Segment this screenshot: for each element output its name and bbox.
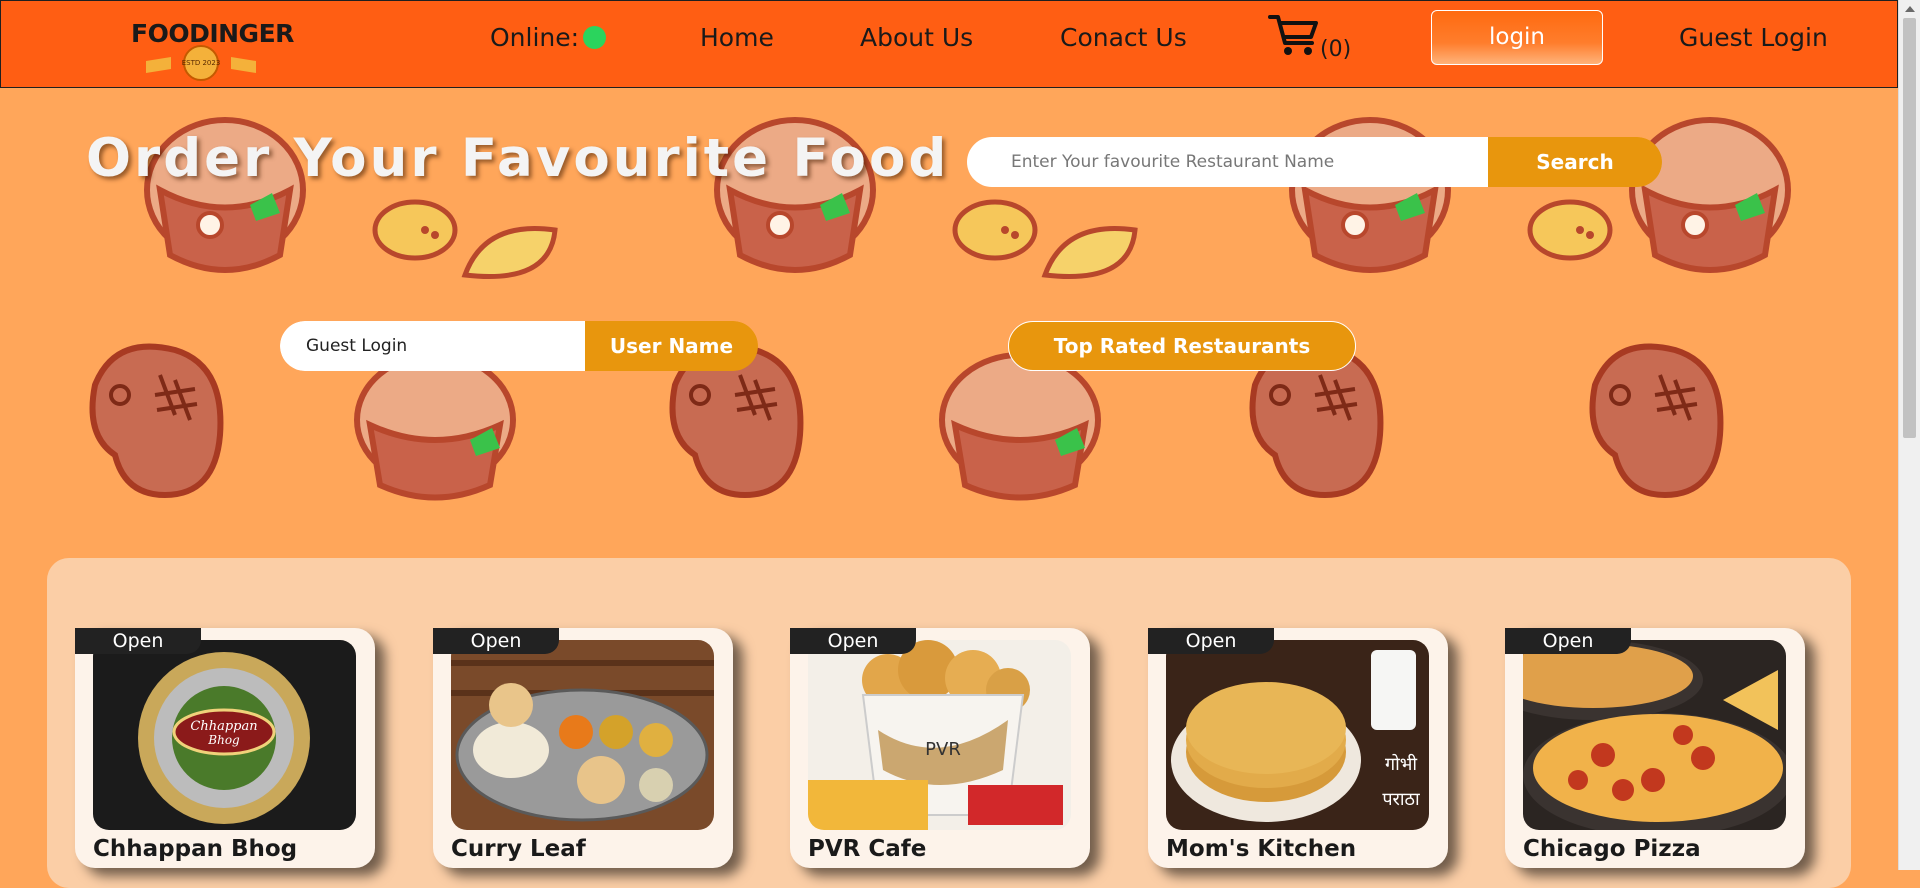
top-navbar: FOODINGER ESTD 2023 Online: Home About U…: [0, 0, 1898, 88]
scroll-thumb[interactable]: [1903, 18, 1916, 438]
restaurant-card[interactable]: PVR Open PVR Cafe: [790, 628, 1090, 868]
pizza-image: [1523, 640, 1786, 830]
burger-doodle-icon: [714, 117, 876, 273]
svg-text:पराठा: पराठा: [1382, 789, 1420, 810]
restaurant-name: Mom's Kitchen: [1166, 836, 1357, 862]
logo-badge-icon: ESTD 2023: [146, 45, 256, 81]
open-status-badge: Open: [75, 628, 201, 654]
svg-text:Chhappan: Chhappan: [190, 719, 257, 734]
bread-doodle-icon: [1041, 226, 1138, 280]
thali-image: [451, 640, 714, 830]
logo-badge-text: ESTD 2023: [182, 59, 221, 67]
user-name-field[interactable]: Guest Login: [280, 321, 585, 371]
restaurant-card[interactable]: Open Curry Leaf: [433, 628, 733, 868]
foodinger-logo[interactable]: FOODINGER ESTD 2023: [131, 13, 294, 81]
cart-button[interactable]: (0): [1268, 13, 1358, 63]
guest-login-link[interactable]: Guest Login: [1679, 21, 1828, 55]
restaurant-list-panel: Chhappan Bhog Open Chhappan Bhog Open Cu…: [47, 558, 1851, 888]
scroll-up-arrow-icon[interactable]: [1905, 6, 1915, 12]
open-status-badge: Open: [433, 628, 559, 654]
svg-text:Bhog: Bhog: [207, 733, 240, 747]
search-button[interactable]: Search: [1488, 137, 1662, 187]
restaurant-search-input[interactable]: [967, 137, 1488, 187]
restaurant-card[interactable]: Open Chicago Pizza: [1505, 628, 1805, 868]
open-status-badge: Open: [1148, 628, 1274, 654]
svg-text:गोभी: गोभी: [1385, 753, 1417, 775]
restaurant-name: Chhappan Bhog: [93, 836, 298, 862]
open-status-badge: Open: [790, 628, 916, 654]
burger-doodle-icon: [1289, 117, 1451, 273]
user-name-bar: Guest Login User Name: [280, 321, 758, 371]
login-button[interactable]: login: [1431, 10, 1603, 65]
page-scrollbar[interactable]: [1898, 0, 1920, 870]
sweets-platter-image: Chhappan Bhog: [93, 640, 356, 830]
nav-about-link[interactable]: About Us: [860, 21, 973, 55]
online-label: Online:: [490, 23, 580, 52]
burger-doodle-icon: [1629, 117, 1791, 273]
top-rated-restaurants-button[interactable]: Top Rated Restaurants: [1008, 321, 1356, 371]
burger-doodle-icon: [144, 117, 306, 273]
cart-count: (0): [1320, 37, 1352, 62]
online-indicator-icon: [583, 26, 607, 49]
restaurant-search-bar: Search: [967, 137, 1662, 187]
online-status: Online:: [490, 21, 607, 55]
potato-doodle-icon: [952, 199, 1038, 261]
potato-doodle-icon: [1527, 199, 1613, 261]
potato-doodle-icon: [372, 199, 458, 261]
steak-doodle-icon: [89, 343, 224, 499]
restaurant-name: Chicago Pizza: [1523, 836, 1701, 862]
nav-home-link[interactable]: Home: [700, 21, 774, 55]
shopping-cart-icon: [1268, 15, 1318, 55]
restaurant-name: Curry Leaf: [451, 836, 586, 862]
restaurant-name: PVR Cafe: [808, 836, 927, 862]
popcorn-image: PVR: [808, 640, 1071, 830]
steak-doodle-icon: [1589, 343, 1724, 499]
paratha-image: गोभी पराठा: [1166, 640, 1429, 830]
bread-doodle-icon: [461, 226, 558, 280]
restaurant-card[interactable]: गोभी पराठा Open Mom's Kitchen: [1148, 628, 1448, 868]
restaurant-card[interactable]: Chhappan Bhog Open Chhappan Bhog: [75, 628, 375, 868]
open-status-badge: Open: [1505, 628, 1631, 654]
nav-contact-link[interactable]: Conact Us: [1060, 21, 1187, 55]
hero-title: Order Your Favourite Food: [86, 128, 950, 189]
user-name-button[interactable]: User Name: [585, 321, 758, 371]
svg-text:PVR: PVR: [925, 739, 961, 760]
